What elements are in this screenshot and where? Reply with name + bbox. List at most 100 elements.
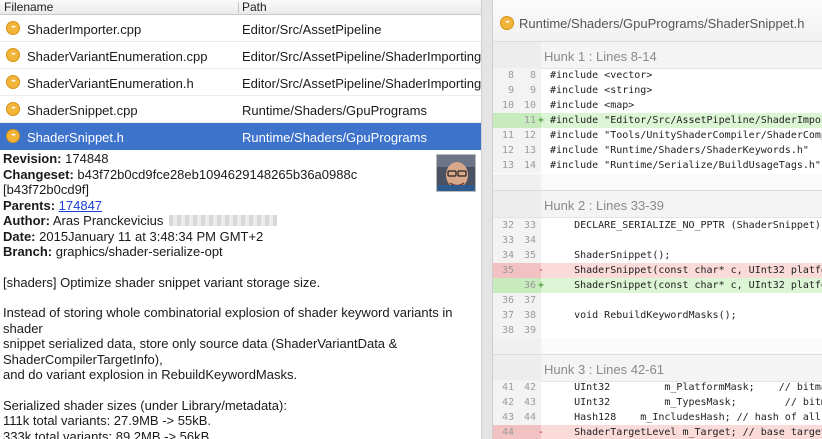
old-line-number: 34 [501,250,514,261]
context-line: 36 37 [493,293,822,308]
date-label: Date: [3,228,36,244]
file-name: ShaderVariantEnumeration.cpp [27,49,208,64]
date-line: Date: 2015January 11 at 3:48:34 PM GMT+2 [3,229,478,245]
context-line: 38 39 [493,323,822,338]
code-text: #include "Runtime/Shaders/ShaderKeywords… [550,145,809,156]
old-line-number: 33 [501,235,514,246]
file-row[interactable]: ShaderImporter.cpp Editor/Src/AssetPipel… [0,15,481,42]
message-line: ShaderCompilerTargetInfo), [3,351,163,367]
author-label: Author: [3,213,50,228]
file-row[interactable]: ShaderVariantEnumeration.cpp Editor/Src/… [0,42,481,69]
message-line: shader [3,320,43,336]
changeset-line: Changeset: b43f72b0cd9fce28eb10946291482… [3,167,478,183]
new-line-number: 11 [523,115,536,126]
diff-file-header: Runtime/Shaders/GpuPrograms/ShaderSnippe… [493,0,822,47]
column-header-filename[interactable]: Filename [4,0,53,14]
old-line-number: 12 [501,145,514,156]
new-line-number: 34 [523,235,536,246]
file-path: Editor/Src/AssetPipeline [242,22,382,37]
hunk-gap [493,338,822,354]
message-line: 111k total variants: 27.9MB -> 55kB. [3,413,211,428]
date-value: 2015January 11 at 3:48:34 PM GMT+2 [39,228,264,244]
removed-line: 35 - ShaderSnippet(const char* c, UInt32 … [493,263,822,278]
context-line: 34 35 ShaderSnippet(); [493,248,822,263]
context-line: 32 33 DECLARE_SERIALIZE_NO_PPTR (ShaderSn… [493,218,822,233]
old-line-number: 8 [507,70,514,81]
code-text: #include <string> [550,85,653,96]
file-path: Editor/Src/AssetPipeline/ShaderImporting [242,76,481,91]
changeset-label: Changeset: [3,166,74,182]
message-line: [shaders] Optimize shader snippet varian… [3,274,321,290]
context-line: 41 42 UInt32 m_PlatformMask; // bitmask [493,380,822,395]
hunk-lines: 41 42 UInt32 m_PlatformMask; // bitmask 42… [493,380,822,439]
modified-file-icon [6,75,20,89]
hunk-gap [493,174,822,190]
old-line-number: 41 [501,382,514,393]
author-name: Aras Pranckevicius [52,213,164,228]
code-text: ShaderTargetLevel m_Target; // base targ… [550,427,822,438]
context-line: 13 14 #include "Runtime/Serialize/BuildUsa… [493,158,822,173]
code-text: UInt32 m_TypesMask; // bitmask [550,397,822,408]
hunk-header: Hunk 2 : Lines 33-39 [493,190,822,218]
old-line-number: 38 [501,325,514,336]
file-row-selected[interactable]: ShaderSnippet.h Runtime/Shaders/GpuProgr… [0,123,481,150]
new-line-number: 33 [523,220,536,231]
column-header-path[interactable]: Path [242,0,267,14]
context-line: 11 12 #include "Tools/UnityShaderCompiler/… [493,128,822,143]
modified-file-icon [6,21,20,35]
file-row[interactable]: ShaderSnippet.cpp Runtime/Shaders/GpuPro… [0,96,481,123]
file-list-header: Filename Path [0,0,481,15]
hunk-lines: 32 33 DECLARE_SERIALIZE_NO_PPTR (ShaderSn… [493,218,822,338]
file-name: ShaderSnippet.cpp [27,103,138,118]
context-line: 9 9 #include <string> [493,83,822,98]
new-line-number: 36 [523,280,536,291]
parent-revision-link[interactable]: 174847 [59,198,102,213]
new-line-number: 43 [523,397,536,408]
old-line-number: 9 [507,85,514,96]
column-separator[interactable] [238,2,239,13]
code-text: #include "Runtime/Serialize/BuildUsageTa… [550,160,821,171]
message-line: 333k total variants: 89.2MB -> 56kB. [3,428,213,439]
code-text: DECLARE_SERIALIZE_NO_PPTR (ShaderSnippet… [550,220,821,231]
parents-label: Parents: [3,197,56,213]
old-line-number: 42 [501,397,514,408]
code-text: Hash128 m_IncludesHash; // hash of all [550,412,821,423]
code-text: ShaderSnippet(); [550,250,671,261]
modified-file-icon [6,129,20,143]
message-line: Instead of storing whole combinatorial e… [3,305,453,320]
file-row[interactable]: ShaderVariantEnumeration.h Editor/Src/As… [0,69,481,96]
new-line-number: 10 [523,100,536,111]
branch-value: graphics/shader-serialize-opt [55,244,223,259]
code-text: #include <map> [550,100,635,111]
file-name: ShaderSnippet.h [27,130,124,145]
author-line: Author: Aras Pranckevicius [3,213,478,229]
code-text: #include "Tools/UnityShaderCompiler/Shad… [550,130,822,141]
message-line: snippet serialized data, store only sour… [3,336,398,351]
new-line-number: 39 [523,325,536,336]
context-line: 42 43 UInt32 m_TypesMask; // bitmask [493,395,822,410]
old-line-number: 35 [501,265,514,276]
context-line: 33 34 [493,233,822,248]
new-line-number: 35 [523,250,536,261]
modified-file-icon [6,102,20,116]
hunk-title: Hunk 3 : Lines 42-61 [544,362,664,377]
redacted-email [169,215,278,226]
diff-pane: Runtime/Shaders/GpuPrograms/ShaderSnippe… [493,0,822,439]
diff-marker: - [538,427,545,438]
context-line: 37 38 void RebuildKeywordMasks(); [493,308,822,323]
code-text: void RebuildKeywordMasks(); [550,310,737,321]
file-path: Runtime/Shaders/GpuPrograms [242,130,427,145]
modified-file-icon [500,16,514,30]
new-line-number: 37 [523,295,536,306]
branch-line: Branch: graphics/shader-serialize-opt [3,244,478,260]
new-line-number: 14 [523,160,536,171]
new-line-number: 38 [523,310,536,321]
context-line: 43 44 Hash128 m_IncludesHash; // hash of … [493,410,822,425]
branch-label: Branch: [3,244,53,259]
hunk-lines: 8 8 #include <vector> 9 9 #include <string> 10… [493,68,822,173]
old-line-number: 36 [501,295,514,306]
author-avatar [436,154,476,192]
new-line-number: 42 [523,382,536,393]
revision-value: 174848 [65,151,109,166]
split-view-divider[interactable] [481,0,493,439]
